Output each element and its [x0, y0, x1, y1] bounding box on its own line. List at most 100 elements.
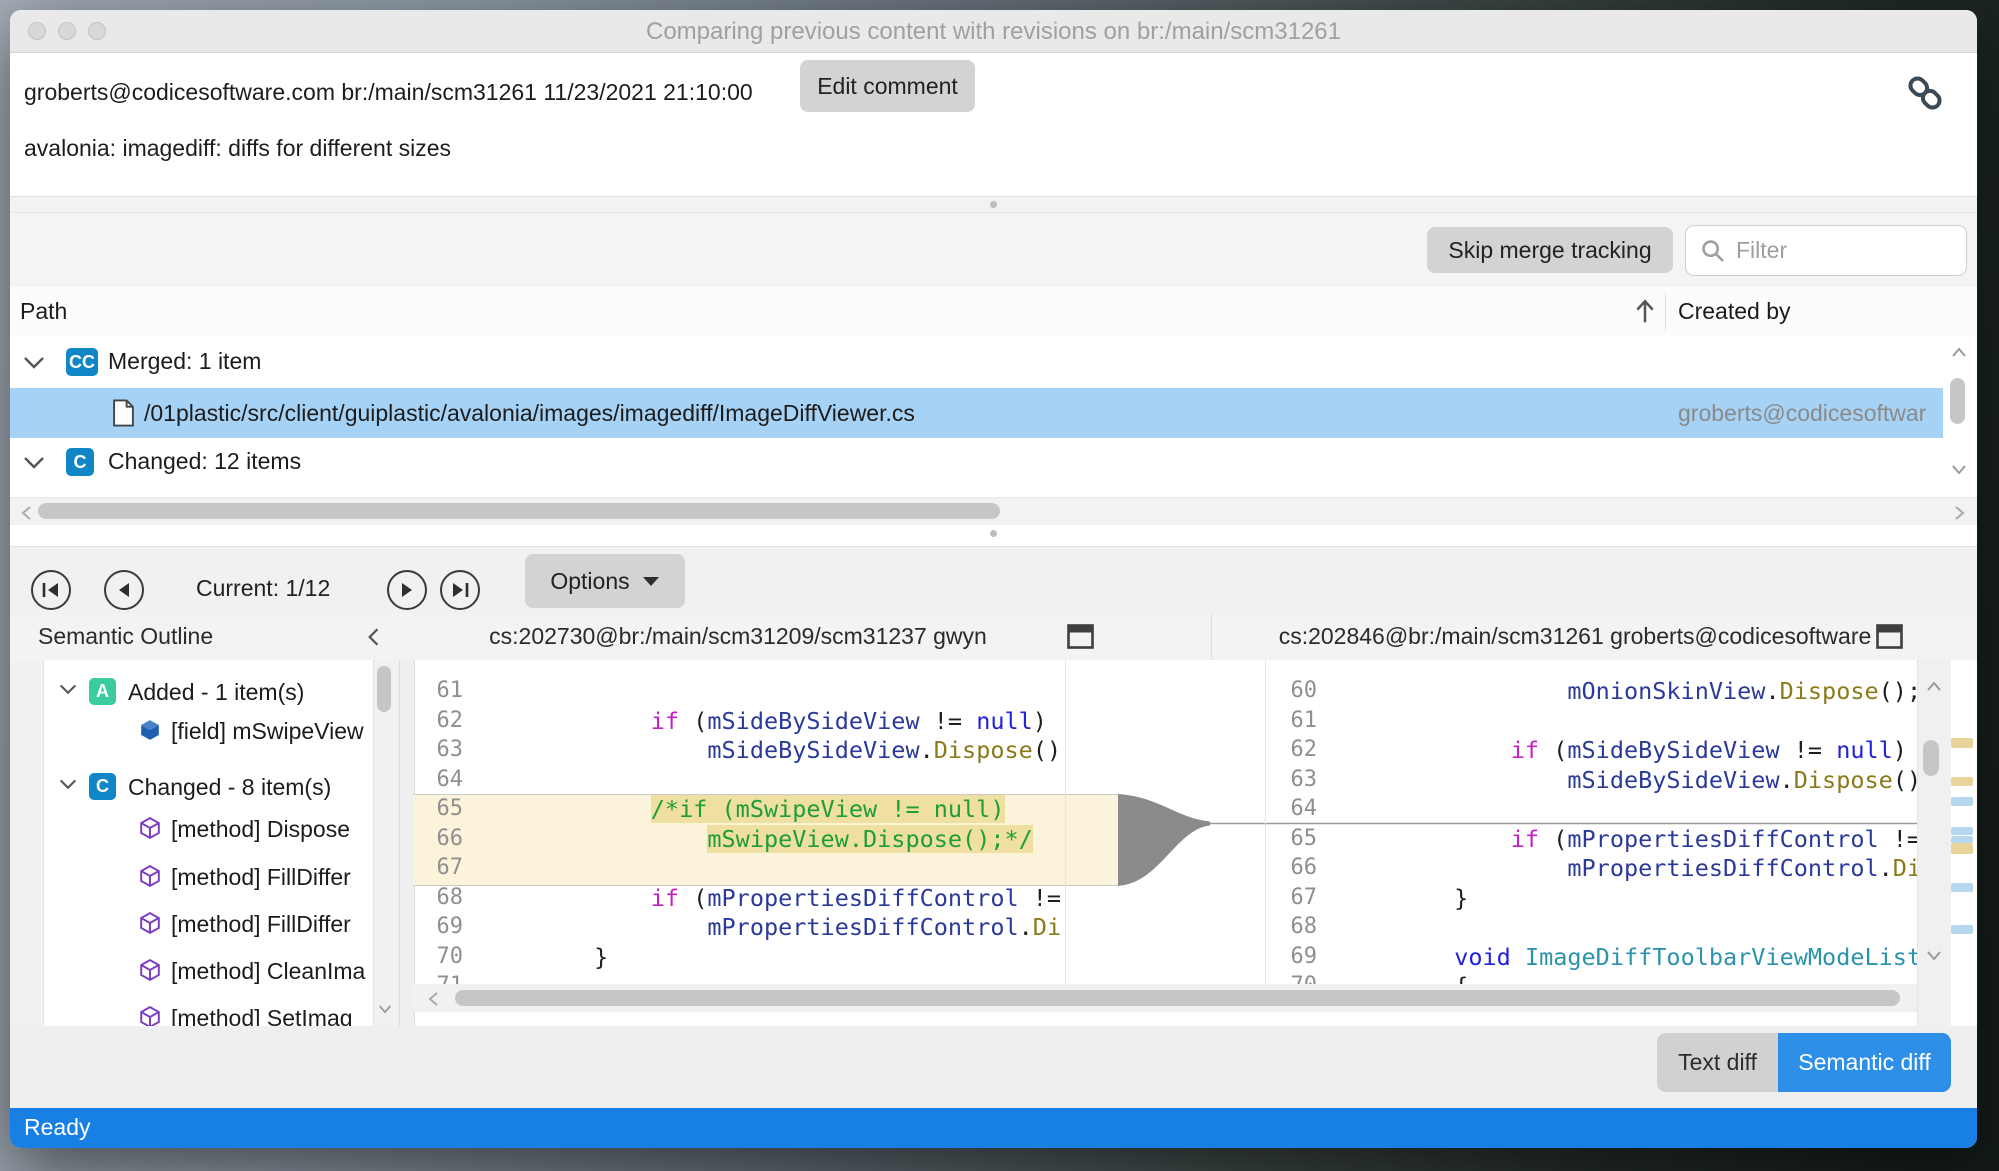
splitter-grip-icon	[990, 201, 997, 208]
outline-item-row[interactable]: [method] FillDiffer	[44, 904, 374, 944]
semantic-outline-list[interactable]: AAdded - 1 item(s) [field] mSwipeView CCha…	[43, 660, 374, 1027]
diff-mark-tan[interactable]	[1951, 777, 1973, 786]
previous-diff-button[interactable]	[104, 570, 144, 610]
line-number: 70	[1267, 973, 1317, 984]
code-hscrollbar-thumb[interactable]	[455, 990, 1900, 1006]
tree-group-changed[interactable]: C Changed: 12 items	[10, 438, 1943, 488]
line-number: 64	[1267, 796, 1317, 821]
code-line: 63 mSideBySideView.Dispose()	[1267, 765, 1917, 795]
code-line: 63 mSideBySideView.Dispose()	[413, 735, 1065, 765]
outline-item-label: [method] FillDiffer	[171, 911, 351, 938]
scroll-down-icon[interactable]	[378, 1004, 392, 1015]
outline-group-label: Changed - 8 item(s)	[128, 774, 331, 801]
window-title: Comparing previous content with revision…	[10, 18, 1977, 46]
column-created-by[interactable]: Created by	[1678, 298, 1791, 325]
diff-overview-ruler[interactable]	[1951, 660, 1975, 1026]
code-line: 69 mPropertiesDiffControl.Di	[413, 912, 1065, 942]
chevron-down-icon[interactable]	[22, 355, 46, 371]
chevron-down-icon[interactable]	[58, 683, 78, 696]
last-diff-button[interactable]	[440, 570, 480, 610]
pane-header-strip: Semantic Outline cs:202730@br:/main/scm3…	[10, 614, 1977, 661]
code-vscrollbar-thumb[interactable]	[1923, 740, 1939, 776]
line-number: 60	[1267, 678, 1317, 703]
code-line: 64	[1267, 794, 1917, 824]
next-diff-button[interactable]	[387, 570, 427, 610]
diff-mark-tan[interactable]	[1951, 843, 1973, 854]
outline-item-label: [field] mSwipeView	[171, 718, 364, 745]
code-line: 64	[413, 765, 1065, 795]
tree-group-label: Changed: 12 items	[108, 448, 301, 475]
outline-item-row[interactable]: [method] FillDiffer	[44, 857, 374, 897]
skip-merge-tracking-button[interactable]: Skip merge tracking	[1427, 227, 1673, 273]
outline-group-row[interactable]: AAdded - 1 item(s)	[44, 672, 374, 712]
diff-mark-blue[interactable]	[1951, 797, 1973, 806]
splitter-grip-icon[interactable]	[990, 530, 997, 537]
semantic-diff-button[interactable]: Semantic diff	[1778, 1033, 1951, 1092]
maximize-pane-icon[interactable]	[1876, 624, 1903, 649]
outline-item-row[interactable]: [method] SetImag	[44, 998, 374, 1027]
text-diff-button[interactable]: Text diff	[1657, 1033, 1778, 1092]
filter-input[interactable]	[1734, 233, 1953, 267]
line-number: 71	[413, 973, 463, 984]
merge-item-tree: CC Merged: 1 item /01plastic/src/client/…	[10, 336, 1977, 497]
code-text: if (mSideBySideView != null)	[1341, 736, 1907, 764]
tree-vscrollbar-thumb[interactable]	[1950, 378, 1965, 424]
outline-group-label: Added - 1 item(s)	[128, 679, 304, 706]
tree-row-file[interactable]: /01plastic/src/client/guiplastic/avaloni…	[10, 388, 1943, 438]
scroll-right-icon[interactable]	[1954, 505, 1966, 521]
first-diff-button[interactable]	[31, 570, 71, 610]
field-icon	[139, 719, 161, 741]
diff-mark-blue[interactable]	[1951, 883, 1973, 892]
line-number: 68	[1267, 914, 1317, 939]
outline-group-row[interactable]: CChanged - 8 item(s)	[44, 767, 374, 807]
scroll-down-icon[interactable]	[1951, 464, 1967, 476]
collapse-outline-icon[interactable]	[366, 627, 380, 647]
file-path: /01plastic/src/client/guiplastic/avaloni…	[144, 400, 915, 427]
outline-vscrollbar-thumb[interactable]	[377, 666, 391, 712]
right-code-viewport[interactable]: 60 mOnionSkinView.Dispose();6162 if (mSi…	[1267, 676, 1917, 984]
outline-item-row[interactable]: [method] CleanIma	[44, 951, 374, 991]
code-text: mSideBySideView.Dispose()	[1341, 766, 1917, 794]
code-line: 61	[413, 676, 1065, 706]
column-divider[interactable]	[1665, 293, 1666, 331]
outline-item-row[interactable]: [field] mSwipeView	[44, 711, 374, 751]
file-created-by: groberts@codicesoftwar	[1678, 400, 1926, 427]
left-pane-edge	[1065, 660, 1066, 984]
method-icon	[139, 912, 161, 934]
outline-item-label: [method] SetImag	[171, 1005, 353, 1027]
maximize-pane-icon[interactable]	[1067, 624, 1094, 649]
code-line: 61	[1267, 706, 1917, 736]
splitter-horizontal[interactable]	[10, 197, 1977, 213]
semantic-outline-title: Semantic Outline	[38, 623, 213, 650]
edit-comment-button[interactable]: Edit comment	[800, 60, 975, 112]
diff-mark-blue[interactable]	[1951, 925, 1973, 934]
filter-box	[1685, 225, 1967, 276]
code-line: 69 void ImageDiffToolbarViewModeList	[1267, 942, 1917, 972]
diff-mark-blue[interactable]	[1951, 836, 1973, 843]
column-path[interactable]: Path	[20, 298, 67, 325]
diff-mark-tan[interactable]	[1951, 738, 1973, 748]
options-button[interactable]: Options	[525, 554, 685, 608]
code-line: 67	[413, 853, 1065, 883]
left-code-viewport[interactable]: 6162 if (mSideBySideView != null)63 mSid…	[413, 676, 1065, 984]
copy-link-icon[interactable]	[1905, 73, 1945, 113]
pane-divider	[1211, 614, 1212, 660]
chevron-down-icon	[642, 575, 660, 587]
scroll-down-icon[interactable]	[1926, 950, 1942, 962]
scroll-up-icon[interactable]	[1926, 680, 1942, 692]
code-text: void ImageDiffToolbarViewModeList	[1341, 943, 1917, 971]
scroll-up-icon[interactable]	[1951, 346, 1967, 358]
diff-mark-blue[interactable]	[1951, 827, 1973, 835]
code-line: 67 }	[1267, 883, 1917, 913]
scroll-left-icon[interactable]	[20, 505, 32, 521]
tree-hscrollbar-thumb[interactable]	[38, 503, 1000, 519]
code-text: /*if (mSwipeView != null)	[481, 795, 1005, 823]
chevron-down-icon[interactable]	[22, 455, 46, 471]
outline-item-row[interactable]: [method] Dispose	[44, 809, 374, 849]
scroll-left-icon[interactable]	[427, 991, 439, 1007]
code-vscrollbar	[1917, 660, 1951, 1026]
tree-group-merged[interactable]: CC Merged: 1 item	[10, 338, 1943, 388]
line-number: 65	[1267, 826, 1317, 851]
left-revision-header: cs:202730@br:/main/scm31209/scm31237 gwy…	[413, 623, 1063, 650]
chevron-down-icon[interactable]	[58, 778, 78, 791]
